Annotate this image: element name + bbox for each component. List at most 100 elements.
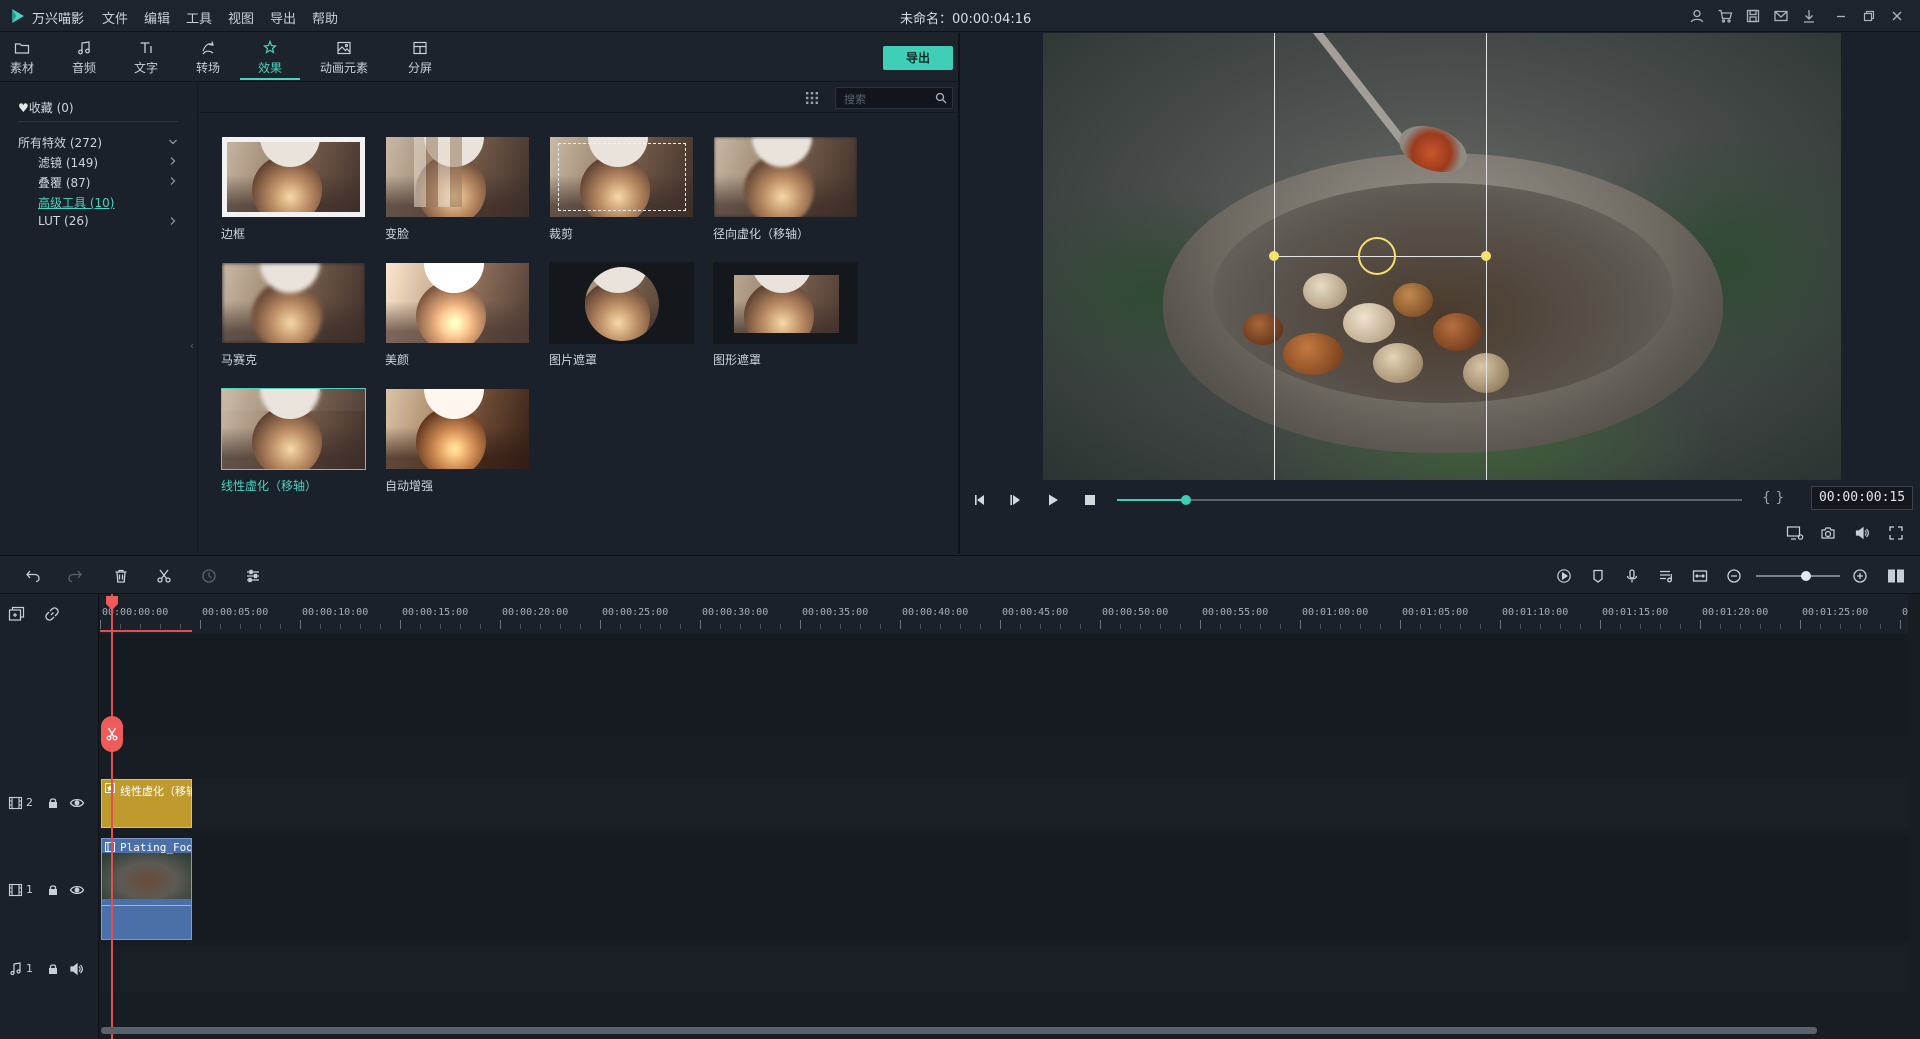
menu-help[interactable]: 帮助 xyxy=(312,8,338,27)
chevron-right-icon[interactable] xyxy=(168,176,178,186)
video-clip[interactable]: Plating_Food xyxy=(101,838,192,940)
blur-handle-left[interactable] xyxy=(1269,251,1279,261)
previous-frame-icon[interactable] xyxy=(973,492,989,508)
download-icon[interactable] xyxy=(1801,8,1817,24)
redo-icon[interactable] xyxy=(67,568,83,584)
audio-track-1[interactable] xyxy=(100,946,1908,992)
scissors-icon[interactable] xyxy=(156,568,172,584)
speed-icon[interactable] xyxy=(201,568,217,584)
horizontal-scrollbar[interactable] xyxy=(101,1027,1817,1034)
lock-icon[interactable] xyxy=(46,883,60,897)
lock-icon[interactable] xyxy=(46,796,60,810)
microphone-icon[interactable] xyxy=(1624,568,1640,584)
close-icon[interactable] xyxy=(1889,8,1905,24)
effect-auto-enhance[interactable]: 自动增强 xyxy=(385,388,530,494)
search-input[interactable] xyxy=(844,91,934,107)
render-preview-icon[interactable] xyxy=(1786,525,1804,541)
playhead[interactable] xyxy=(111,594,113,1039)
panel-layout-icon[interactable] xyxy=(1887,568,1904,584)
undo-icon[interactable] xyxy=(25,568,41,584)
snapshot-icon[interactable] xyxy=(1820,525,1836,541)
restore-icon[interactable] xyxy=(1861,8,1877,24)
blur-handle-right[interactable] xyxy=(1481,251,1491,261)
category-overlays[interactable]: 叠覆 (87) xyxy=(38,174,90,191)
eye-icon[interactable] xyxy=(69,796,85,810)
chevron-down-icon[interactable] xyxy=(168,137,178,147)
delete-icon[interactable] xyxy=(113,568,129,584)
effect-linear-blur[interactable]: 线性虚化（移轴） xyxy=(221,388,366,494)
timeline-zoom-slider[interactable] xyxy=(1756,571,1840,581)
render-icon[interactable] xyxy=(1556,568,1572,584)
playhead-handle[interactable] xyxy=(104,596,120,610)
speaker-icon[interactable] xyxy=(69,962,85,976)
lock-icon[interactable] xyxy=(46,962,60,976)
play-icon[interactable] xyxy=(1045,492,1061,508)
effect-clip[interactable]: 线性虚化（移轴） xyxy=(101,779,192,828)
effect-face-off[interactable]: 变脸 xyxy=(385,136,530,242)
link-icon[interactable] xyxy=(44,606,60,622)
cart-icon[interactable] xyxy=(1717,8,1733,24)
ruler-minor-tick xyxy=(1520,624,1521,629)
mark-in-out-icon[interactable]: { } xyxy=(1762,490,1784,506)
category-advanced-tools[interactable]: 高级工具 (10) xyxy=(38,194,114,211)
tab-audio[interactable]: 音频 xyxy=(54,40,114,76)
minimize-icon[interactable] xyxy=(1833,8,1849,24)
ruler-major-tick xyxy=(1500,620,1501,629)
tab-split-screen[interactable]: 分屏 xyxy=(390,40,450,76)
effect-crop[interactable]: 裁剪 xyxy=(549,136,694,242)
video-track-1[interactable] xyxy=(100,836,1908,940)
tab-text[interactable]: 文字 xyxy=(116,40,176,76)
category-all-effects[interactable]: 所有特效 (272) xyxy=(18,134,102,151)
marker-icon[interactable] xyxy=(1590,568,1606,584)
tab-transitions[interactable]: 转场 xyxy=(178,40,238,76)
volume-icon[interactable] xyxy=(1854,525,1870,541)
collapse-panel-icon[interactable]: ‹ xyxy=(190,341,194,352)
blur-center-handle[interactable] xyxy=(1358,237,1396,275)
eye-icon[interactable] xyxy=(69,883,85,897)
grid-view-icon[interactable] xyxy=(805,91,819,105)
chevron-right-icon[interactable] xyxy=(168,216,178,226)
ruler-major-tick xyxy=(200,620,201,629)
effect-image-mask[interactable]: 图片遮罩 xyxy=(549,262,694,368)
zoom-in-icon[interactable] xyxy=(1852,568,1868,584)
next-frame-icon[interactable] xyxy=(1008,492,1024,508)
category-favorites[interactable]: ♥收藏 (0) xyxy=(18,99,74,116)
category-lut[interactable]: LUT (26) xyxy=(38,214,89,228)
effect-beauty[interactable]: 美颜 xyxy=(385,262,530,368)
menu-tools[interactable]: 工具 xyxy=(186,8,212,27)
export-button[interactable]: 导出 xyxy=(883,46,953,70)
tab-elements[interactable]: 动画元素 xyxy=(314,40,374,76)
tab-effects[interactable]: 效果 xyxy=(240,40,300,80)
audio-mixer-icon[interactable] xyxy=(1658,568,1674,584)
fit-timeline-icon[interactable] xyxy=(1692,568,1708,584)
menu-export[interactable]: 导出 xyxy=(270,8,296,27)
split-scissors-button[interactable] xyxy=(101,716,123,752)
time-ruler[interactable]: 00:00:00:00 00:00:05:00 00:00:10:00 00:00:1… xyxy=(100,594,1908,634)
category-filters[interactable]: 滤镜 (149) xyxy=(38,154,98,171)
effect-radial-blur[interactable]: 径向虚化（移轴） xyxy=(713,136,858,242)
effect-shape-mask[interactable]: 图形遮罩 xyxy=(713,262,858,368)
menu-edit[interactable]: 编辑 xyxy=(144,8,170,27)
stop-icon[interactable] xyxy=(1082,492,1098,508)
effect-border[interactable]: 边框 xyxy=(221,136,366,242)
zoom-knob[interactable] xyxy=(1801,571,1812,581)
menu-view[interactable]: 视图 xyxy=(228,8,254,27)
fullscreen-icon[interactable] xyxy=(1888,525,1904,541)
mail-icon[interactable] xyxy=(1773,8,1789,24)
playback-progress-slider[interactable] xyxy=(1117,495,1742,505)
effect-mosaic[interactable]: 马赛克 xyxy=(221,262,366,368)
chevron-right-icon[interactable] xyxy=(168,156,178,166)
search-icon[interactable] xyxy=(935,92,947,104)
user-icon[interactable] xyxy=(1689,8,1705,24)
transition-icon xyxy=(200,40,216,56)
save-icon[interactable] xyxy=(1745,8,1761,24)
adjust-icon[interactable] xyxy=(245,568,261,584)
tab-media[interactable]: 素材 xyxy=(0,40,52,76)
vertical-scroll-track[interactable] xyxy=(1908,634,1920,1039)
preview-video[interactable] xyxy=(1043,33,1841,480)
progress-knob[interactable] xyxy=(1180,495,1191,505)
menu-file[interactable]: 文件 xyxy=(102,8,128,27)
zoom-out-icon[interactable] xyxy=(1726,568,1742,584)
video-track-2[interactable] xyxy=(100,778,1908,829)
add-track-icon[interactable] xyxy=(8,606,26,622)
